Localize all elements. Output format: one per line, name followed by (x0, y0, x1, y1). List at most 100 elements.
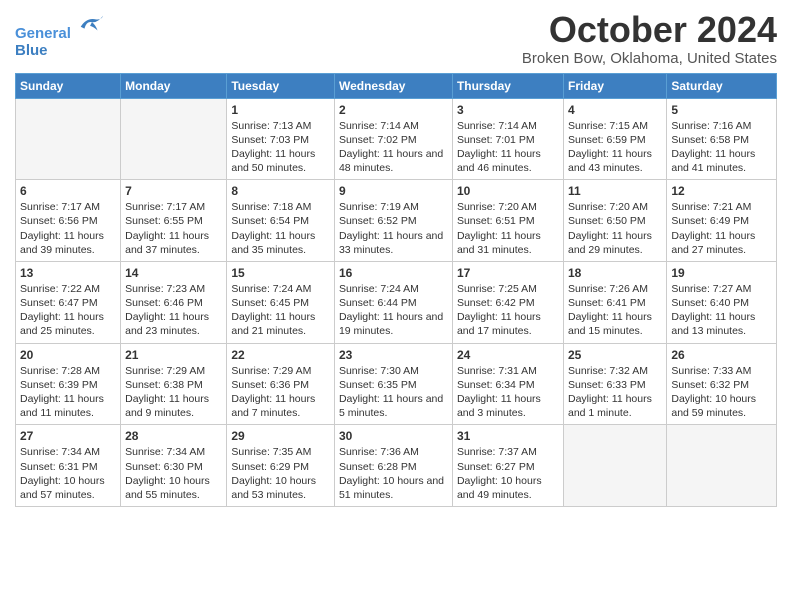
day-cell: 18Sunrise: 7:26 AMSunset: 6:41 PMDayligh… (563, 261, 666, 343)
day-cell: 11 Sunrise: 7:20 AMSunset: 6:50 PMDayligh… (563, 180, 666, 262)
day-info: Sunrise: 7:27 AMSunset: 6:40 PMDaylight:… (671, 282, 772, 339)
day-number: 26 (671, 348, 772, 362)
day-cell: 6Sunrise: 7:17 AMSunset: 6:56 PMDaylight… (16, 180, 121, 262)
title-block: October 2024 Broken Bow, Oklahoma, Unite… (522, 10, 777, 67)
day-number: 15 (231, 266, 330, 280)
day-cell: 3 Sunrise: 7:14 AMSunset: 7:01 PMDaylight… (452, 98, 563, 180)
day-cell (563, 425, 666, 507)
day-number: 9 (339, 184, 448, 198)
page-header: General Blue October 2024 Broken Bow, Ok… (15, 10, 777, 67)
day-cell: 20Sunrise: 7:28 AMSunset: 6:39 PMDayligh… (16, 343, 121, 425)
day-info: Sunrise: 7:25 AMSunset: 6:42 PMDaylight:… (457, 282, 559, 339)
day-cell: 22Sunrise: 7:29 AMSunset: 6:36 PMDayligh… (227, 343, 335, 425)
day-cell: 21 Sunrise: 7:29 AMSunset: 6:38 PMDayligh… (121, 343, 227, 425)
col-header-sunday: Sunday (16, 73, 121, 98)
day-number: 30 (339, 429, 448, 443)
day-number: 31 (457, 429, 559, 443)
col-header-wednesday: Wednesday (334, 73, 452, 98)
day-cell: 31 Sunrise: 7:37 AMSunset: 6:27 PMDayligh… (452, 425, 563, 507)
col-header-thursday: Thursday (452, 73, 563, 98)
day-info: Sunrise: 7:31 AMSunset: 6:34 PMDaylight:… (457, 364, 559, 421)
day-number: 23 (339, 348, 448, 362)
day-info: Sunrise: 7:24 AMSunset: 6:44 PMDaylight:… (339, 282, 448, 339)
day-number: 1 (231, 103, 330, 117)
day-number: 3 (457, 103, 559, 117)
day-info: Sunrise: 7:36 AMSunset: 6:28 PMDaylight:… (339, 445, 448, 502)
day-cell: 17Sunrise: 7:25 AMSunset: 6:42 PMDayligh… (452, 261, 563, 343)
day-number: 20 (20, 348, 116, 362)
day-number: 24 (457, 348, 559, 362)
col-header-saturday: Saturday (667, 73, 777, 98)
logo-text-blue: Blue (15, 43, 105, 60)
day-cell: 19 Sunrise: 7:27 AMSunset: 6:40 PMDayligh… (667, 261, 777, 343)
day-cell: 7Sunrise: 7:17 AMSunset: 6:55 PMDaylight… (121, 180, 227, 262)
day-info: Sunrise: 7:14 AMSunset: 7:01 PMDaylight:… (457, 119, 559, 176)
day-number: 11 (568, 184, 662, 198)
day-number: 14 (125, 266, 222, 280)
day-info: Sunrise: 7:32 AMSunset: 6:33 PMDaylight:… (568, 364, 662, 421)
week-row-5: 27Sunrise: 7:34 AMSunset: 6:31 PMDayligh… (16, 425, 777, 507)
day-number: 5 (671, 103, 772, 117)
day-number: 21 (125, 348, 222, 362)
day-cell: 10 Sunrise: 7:20 AMSunset: 6:51 PMDayligh… (452, 180, 563, 262)
day-cell: 29 Sunrise: 7:35 AMSunset: 6:29 PMDayligh… (227, 425, 335, 507)
week-row-2: 6Sunrise: 7:17 AMSunset: 6:56 PMDaylight… (16, 180, 777, 262)
day-info: Sunrise: 7:21 AMSunset: 6:49 PMDaylight:… (671, 200, 772, 257)
day-number: 10 (457, 184, 559, 198)
day-info: Sunrise: 7:24 AMSunset: 6:45 PMDaylight:… (231, 282, 330, 339)
week-row-1: 1 Sunrise: 7:13 AMSunset: 7:03 PMDaylight… (16, 98, 777, 180)
day-info: Sunrise: 7:34 AMSunset: 6:30 PMDaylight:… (125, 445, 222, 502)
day-info: Sunrise: 7:33 AMSunset: 6:32 PMDaylight:… (671, 364, 772, 421)
day-info: Sunrise: 7:22 AMSunset: 6:47 PMDaylight:… (20, 282, 116, 339)
day-number: 19 (671, 266, 772, 280)
day-info: Sunrise: 7:26 AMSunset: 6:41 PMDaylight:… (568, 282, 662, 339)
day-cell: 26 Sunrise: 7:33 AMSunset: 6:32 PMDayligh… (667, 343, 777, 425)
day-cell: 9Sunrise: 7:19 AMSunset: 6:52 PMDaylight… (334, 180, 452, 262)
day-cell: 24 Sunrise: 7:31 AMSunset: 6:34 PMDayligh… (452, 343, 563, 425)
day-cell: 27Sunrise: 7:34 AMSunset: 6:31 PMDayligh… (16, 425, 121, 507)
day-number: 12 (671, 184, 772, 198)
day-info: Sunrise: 7:20 AMSunset: 6:50 PMDaylight:… (568, 200, 662, 257)
day-number: 8 (231, 184, 330, 198)
day-number: 27 (20, 429, 116, 443)
logo-bird-icon (77, 10, 105, 38)
day-cell: 5Sunrise: 7:16 AMSunset: 6:58 PMDaylight… (667, 98, 777, 180)
day-cell (667, 425, 777, 507)
day-info: Sunrise: 7:30 AMSunset: 6:35 PMDaylight:… (339, 364, 448, 421)
week-row-4: 20Sunrise: 7:28 AMSunset: 6:39 PMDayligh… (16, 343, 777, 425)
day-info: Sunrise: 7:29 AMSunset: 6:36 PMDaylight:… (231, 364, 330, 421)
logo-text: General (15, 10, 105, 43)
day-cell: 23 Sunrise: 7:30 AMSunset: 6:35 PMDayligh… (334, 343, 452, 425)
day-number: 4 (568, 103, 662, 117)
day-cell: 4 Sunrise: 7:15 AMSunset: 6:59 PMDaylight… (563, 98, 666, 180)
day-info: Sunrise: 7:23 AMSunset: 6:46 PMDaylight:… (125, 282, 222, 339)
col-header-tuesday: Tuesday (227, 73, 335, 98)
day-number: 2 (339, 103, 448, 117)
day-info: Sunrise: 7:13 AMSunset: 7:03 PMDaylight:… (231, 119, 330, 176)
day-cell: 8 Sunrise: 7:18 AMSunset: 6:54 PMDaylight… (227, 180, 335, 262)
day-number: 13 (20, 266, 116, 280)
day-cell: 30 Sunrise: 7:36 AMSunset: 6:28 PMDayligh… (334, 425, 452, 507)
day-info: Sunrise: 7:15 AMSunset: 6:59 PMDaylight:… (568, 119, 662, 176)
day-cell: 15 Sunrise: 7:24 AMSunset: 6:45 PMDayligh… (227, 261, 335, 343)
page-subtitle: Broken Bow, Oklahoma, United States (522, 50, 777, 67)
day-info: Sunrise: 7:29 AMSunset: 6:38 PMDaylight:… (125, 364, 222, 421)
day-number: 29 (231, 429, 330, 443)
day-number: 25 (568, 348, 662, 362)
day-info: Sunrise: 7:35 AMSunset: 6:29 PMDaylight:… (231, 445, 330, 502)
day-cell: 12 Sunrise: 7:21 AMSunset: 6:49 PMDayligh… (667, 180, 777, 262)
day-cell: 28 Sunrise: 7:34 AMSunset: 6:30 PMDayligh… (121, 425, 227, 507)
header-row: SundayMondayTuesdayWednesdayThursdayFrid… (16, 73, 777, 98)
day-cell: 13 Sunrise: 7:22 AMSunset: 6:47 PMDayligh… (16, 261, 121, 343)
logo: General Blue (15, 10, 105, 59)
week-row-3: 13 Sunrise: 7:22 AMSunset: 6:47 PMDayligh… (16, 261, 777, 343)
day-number: 7 (125, 184, 222, 198)
day-info: Sunrise: 7:37 AMSunset: 6:27 PMDaylight:… (457, 445, 559, 502)
day-info: Sunrise: 7:17 AMSunset: 6:56 PMDaylight:… (20, 200, 116, 257)
day-cell (16, 98, 121, 180)
col-header-friday: Friday (563, 73, 666, 98)
day-info: Sunrise: 7:18 AMSunset: 6:54 PMDaylight:… (231, 200, 330, 257)
day-number: 28 (125, 429, 222, 443)
day-cell: 2Sunrise: 7:14 AMSunset: 7:02 PMDaylight… (334, 98, 452, 180)
day-info: Sunrise: 7:20 AMSunset: 6:51 PMDaylight:… (457, 200, 559, 257)
